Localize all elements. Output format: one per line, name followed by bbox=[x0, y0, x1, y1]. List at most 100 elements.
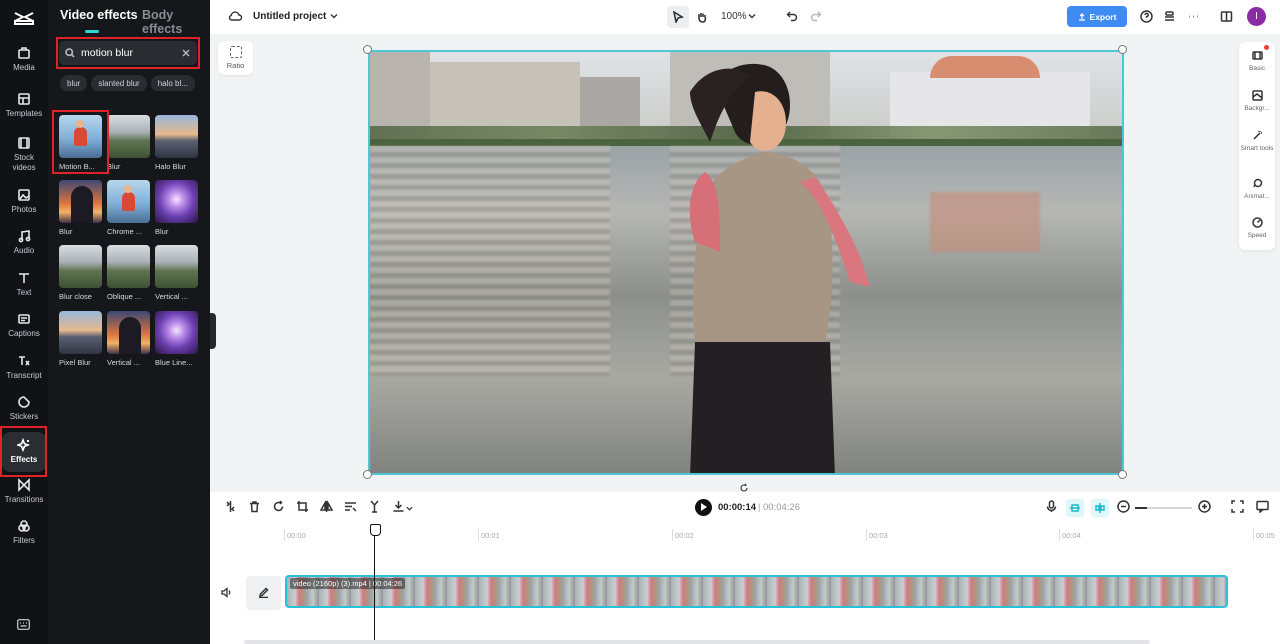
zoom-level[interactable]: 100% bbox=[721, 11, 747, 22]
effect-tile[interactable]: Blur close bbox=[59, 245, 102, 301]
project-title[interactable]: Untitled project bbox=[253, 11, 326, 22]
effect-thumbnail bbox=[107, 115, 150, 158]
fullscreen-icon[interactable] bbox=[1231, 500, 1245, 514]
snap-icon bbox=[1070, 504, 1080, 512]
undo-icon[interactable] bbox=[786, 10, 798, 22]
edit-track-button[interactable] bbox=[246, 576, 281, 610]
rail-item-transcript[interactable]: Transcript bbox=[2, 354, 46, 396]
rail-item-transitions[interactable]: Transitions bbox=[2, 478, 46, 520]
effect-tile[interactable]: Blue Line... bbox=[155, 311, 198, 367]
effect-tile[interactable]: Chrome ... bbox=[107, 180, 150, 236]
stack-icon[interactable] bbox=[1163, 10, 1176, 23]
volume-icon[interactable] bbox=[220, 586, 233, 599]
delete-icon[interactable] bbox=[248, 500, 262, 514]
redo-icon[interactable] bbox=[810, 10, 822, 22]
chevron-down-icon[interactable] bbox=[330, 12, 338, 20]
zoom-out-icon[interactable] bbox=[1117, 500, 1131, 514]
avatar[interactable]: I bbox=[1247, 7, 1266, 26]
effect-thumbnail bbox=[59, 180, 102, 223]
resize-handle-top-right[interactable] bbox=[1118, 45, 1127, 54]
effect-tile[interactable]: Blur bbox=[59, 180, 102, 236]
chip-halo-blur[interactable]: halo bl... bbox=[150, 75, 195, 91]
help-icon[interactable] bbox=[1140, 10, 1153, 23]
photos-icon bbox=[18, 189, 30, 201]
microphone-icon[interactable] bbox=[1045, 500, 1059, 514]
link-toggle[interactable] bbox=[1091, 499, 1109, 517]
comment-icon[interactable] bbox=[1256, 500, 1270, 514]
right-item-basic[interactable]: Basic bbox=[1239, 50, 1275, 73]
effect-tile[interactable]: Blur bbox=[155, 180, 198, 236]
search-icon bbox=[65, 48, 75, 58]
split-icon[interactable] bbox=[224, 500, 238, 514]
rail-item-captions[interactable]: Captions bbox=[2, 312, 46, 354]
right-item-animation[interactable]: Animat... bbox=[1239, 178, 1275, 201]
rail-item-media[interactable]: Media bbox=[2, 46, 46, 88]
adjust-icon[interactable] bbox=[344, 500, 358, 514]
close-icon[interactable] bbox=[181, 48, 191, 58]
effect-thumbnail bbox=[107, 311, 150, 354]
timeline[interactable]: 00:00 00:01 00:02 00:03 00:04 00:05 vide… bbox=[210, 524, 1280, 644]
hand-tool-button[interactable] bbox=[691, 6, 713, 28]
effect-thumbnail bbox=[155, 245, 198, 288]
rail-item-stickers[interactable]: Stickers bbox=[2, 395, 46, 437]
tab-video-effects[interactable]: Video effects bbox=[60, 8, 138, 22]
filters-icon bbox=[18, 520, 30, 532]
rail-item-audio[interactable]: Audio bbox=[2, 229, 46, 271]
rail-item-templates[interactable]: Templates bbox=[2, 92, 46, 134]
tab-body-effects[interactable]: Body effects bbox=[142, 8, 210, 36]
speed-icon bbox=[1251, 217, 1263, 228]
video-frame bbox=[370, 52, 1122, 473]
export-button[interactable]: Export bbox=[1067, 6, 1127, 27]
effects-icon bbox=[17, 438, 31, 452]
rail-item-stock-videos[interactable]: Stock videos bbox=[2, 136, 46, 178]
snap-toggle[interactable] bbox=[1066, 499, 1084, 517]
chevron-down-icon[interactable] bbox=[406, 505, 413, 512]
more-icon[interactable] bbox=[1187, 10, 1200, 23]
flip-icon[interactable] bbox=[319, 500, 334, 514]
runner-figure bbox=[689, 63, 870, 473]
effect-tile[interactable]: Halo Blur bbox=[155, 115, 198, 171]
chip-blur[interactable]: blur bbox=[60, 75, 88, 91]
timeline-scrollbar[interactable] bbox=[244, 640, 1150, 644]
right-item-background[interactable]: Backgr... bbox=[1239, 90, 1275, 113]
zoom-in-icon[interactable] bbox=[1198, 500, 1212, 514]
keyboard-icon[interactable] bbox=[17, 619, 30, 630]
crop-icon[interactable] bbox=[296, 500, 310, 514]
right-item-speed[interactable]: Speed bbox=[1239, 217, 1275, 240]
playhead[interactable] bbox=[370, 524, 381, 640]
effect-thumbnail bbox=[155, 311, 198, 354]
search-input[interactable]: motion blur bbox=[59, 41, 197, 65]
play-button[interactable] bbox=[695, 499, 712, 516]
rail-item-effects[interactable]: Effects bbox=[2, 432, 46, 472]
collapse-panel-handle[interactable] bbox=[210, 313, 216, 349]
hand-icon bbox=[698, 13, 707, 23]
ratio-button[interactable]: Ratio bbox=[218, 41, 253, 75]
captions-icon bbox=[18, 314, 30, 324]
rail-item-text[interactable]: Text bbox=[2, 271, 46, 313]
effect-tile[interactable]: Vertical ... bbox=[155, 245, 198, 301]
resize-handle-top-left[interactable] bbox=[363, 45, 372, 54]
select-tool-button[interactable] bbox=[667, 6, 689, 28]
effect-tile[interactable]: Vertical ... bbox=[107, 311, 150, 367]
resize-handle-bottom-right[interactable] bbox=[1118, 470, 1127, 479]
search-value[interactable]: motion blur bbox=[81, 47, 181, 59]
trim-icon[interactable] bbox=[368, 500, 382, 514]
video-preview[interactable] bbox=[368, 50, 1124, 475]
effect-tile[interactable]: Motion B... bbox=[59, 115, 102, 171]
rail-item-filters[interactable]: Filters bbox=[2, 519, 46, 561]
right-item-smart-tools[interactable]: Smart tools bbox=[1239, 130, 1275, 153]
track-controls bbox=[210, 576, 282, 610]
chevron-down-icon[interactable] bbox=[748, 12, 756, 20]
timeline-zoom-slider[interactable] bbox=[1135, 507, 1192, 509]
rail-item-photos[interactable]: Photos bbox=[2, 188, 46, 230]
resize-handle-bottom-left[interactable] bbox=[363, 470, 372, 479]
ruler-tick: 00:05 bbox=[1253, 529, 1275, 541]
effect-tile[interactable]: Blur bbox=[107, 115, 150, 171]
replace-icon[interactable] bbox=[272, 500, 286, 514]
effect-tile[interactable]: Pixel Blur bbox=[59, 311, 102, 367]
video-clip[interactable]: video (2160p) (3).mp4 | 00:04:26 bbox=[285, 575, 1228, 608]
layout-toggle-icon[interactable] bbox=[1220, 10, 1233, 23]
chip-slanted-blur[interactable]: slanted blur bbox=[91, 75, 147, 91]
effect-tile[interactable]: Oblique ... bbox=[107, 245, 150, 301]
text-icon bbox=[19, 273, 29, 283]
